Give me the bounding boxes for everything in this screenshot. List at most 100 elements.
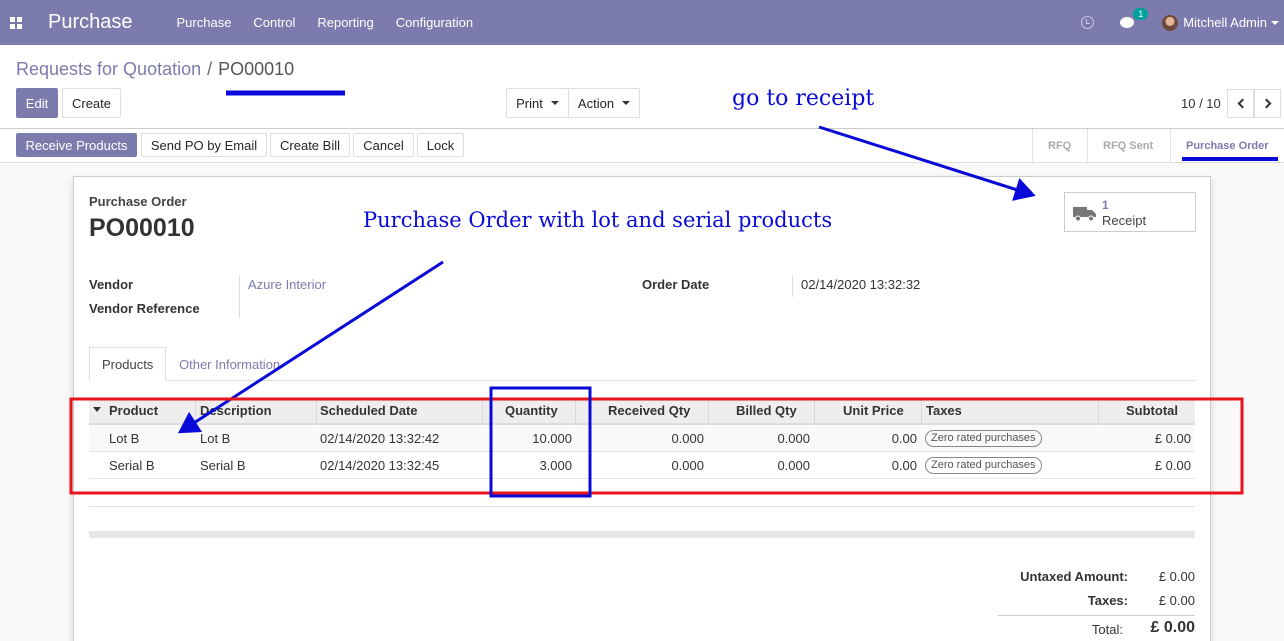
col-quantity[interactable]: Quantity <box>505 403 558 418</box>
cell-product: Lot B <box>109 431 140 446</box>
col-unit-price[interactable]: Unit Price <box>843 403 904 418</box>
cell-quantity: 3.000 <box>539 458 572 473</box>
edit-button[interactable]: Edit <box>16 88 58 118</box>
lock-button[interactable]: Lock <box>417 133 464 157</box>
col-separator <box>708 399 709 425</box>
tab-other-information[interactable]: Other Information <box>167 347 292 381</box>
apps-menu-icon[interactable] <box>10 16 22 29</box>
cell-description: Serial B <box>200 458 246 473</box>
annotation-po-lot-serial: Purchase Order with lot and serial produ… <box>363 208 833 232</box>
menu-configuration[interactable]: Configuration <box>396 15 473 30</box>
field-divider <box>792 275 793 297</box>
col-description[interactable]: Description <box>200 403 272 418</box>
create-button[interactable]: Create <box>62 88 121 118</box>
cell-received-qty: 0.000 <box>671 431 704 446</box>
pager-previous-button[interactable] <box>1227 89 1254 118</box>
chat-icon <box>1120 17 1135 28</box>
stage-divider <box>1032 129 1033 162</box>
untaxed-amount-label: Untaxed Amount: <box>1020 569 1128 584</box>
sort-caret-icon[interactable] <box>93 407 101 412</box>
tab-products[interactable]: Products <box>89 347 167 381</box>
action-caret-icon <box>622 101 631 105</box>
col-separator <box>921 399 922 425</box>
total-value: £ 0.00 <box>1150 619 1195 636</box>
action-label: Action <box>577 95 615 111</box>
col-received-qty[interactable]: Received Qty <box>608 403 690 418</box>
document-name: PO00010 <box>89 214 195 242</box>
print-dropdown[interactable]: Print <box>506 88 569 118</box>
cell-billed-qty: 0.000 <box>777 431 810 446</box>
print-label: Print <box>516 95 543 111</box>
cell-scheduled-date: 02/14/2020 13:32:45 <box>320 458 440 473</box>
top-navbar: Purchase Purchase Control Reporting Conf… <box>0 0 1284 45</box>
avatar[interactable] <box>1162 14 1179 31</box>
menu-control[interactable]: Control <box>253 15 295 30</box>
col-separator <box>1098 399 1099 425</box>
create-bill-button[interactable]: Create Bill <box>270 133 350 157</box>
cell-received-qty: 0.000 <box>671 458 704 473</box>
breadcrumb-parent[interactable]: Requests for Quotation <box>16 59 201 79</box>
receipt-smart-button[interactable]: 1 Receipt <box>1064 192 1196 232</box>
pager-value[interactable]: 10 / 10 <box>1181 96 1221 111</box>
breadcrumb-separator: / <box>207 59 213 79</box>
document-type-label: Purchase Order <box>89 194 187 209</box>
receipt-label: Receipt <box>1102 213 1147 228</box>
cancel-button[interactable]: Cancel <box>353 133 414 157</box>
activity-clock-icon[interactable] <box>1081 16 1095 29</box>
taxes-label: Taxes: <box>1087 593 1128 608</box>
user-menu-caret-icon[interactable] <box>1271 20 1279 25</box>
pager-next-button[interactable] <box>1254 89 1281 118</box>
vendor-link[interactable]: Azure Interior <box>248 277 326 292</box>
menu-reporting[interactable]: Reporting <box>317 15 373 30</box>
stage-rfq-sent[interactable]: RFQ Sent <box>1103 129 1153 162</box>
user-name[interactable]: Mitchell Admin <box>1183 15 1267 30</box>
total-label: Total: <box>1091 622 1123 637</box>
print-caret-icon <box>550 101 559 105</box>
cell-subtotal: £ 0.00 <box>1154 431 1191 446</box>
col-scheduled-date[interactable]: Scheduled Date <box>320 403 418 418</box>
breadcrumb-current: PO00010 <box>218 59 295 79</box>
tax-badge: Zero rated purchases <box>925 457 1042 474</box>
send-po-email-button[interactable]: Send PO by Email <box>141 133 267 157</box>
stage-divider <box>1170 129 1171 162</box>
chat-count-badge: 1 <box>1133 8 1149 20</box>
col-billed-qty[interactable]: Billed Qty <box>736 403 797 418</box>
receipt-count: 1 <box>1102 198 1109 212</box>
truck-icon <box>1073 207 1096 222</box>
col-separator <box>195 399 196 425</box>
chevron-right-icon <box>1261 98 1271 109</box>
stage-rfq[interactable]: RFQ <box>1048 129 1071 162</box>
vendor-reference-label: Vendor Reference <box>89 301 200 316</box>
stage-divider <box>1087 129 1088 162</box>
col-separator <box>814 399 815 425</box>
col-separator <box>316 399 317 425</box>
taxes-value: £ 0.00 <box>1158 593 1195 608</box>
totals-divider <box>998 615 1195 616</box>
vendor-label: Vendor <box>89 277 134 292</box>
order-date-value: 02/14/2020 13:32:32 <box>801 277 921 292</box>
col-taxes[interactable]: Taxes <box>926 403 962 418</box>
messaging-menu[interactable]: 1 <box>1120 8 1149 28</box>
order-date-label: Order Date <box>642 277 710 292</box>
chevron-left-icon <box>1237 98 1247 109</box>
table-footer-bar <box>89 531 1195 538</box>
field-divider <box>239 275 240 318</box>
cell-billed-qty: 0.000 <box>777 458 810 473</box>
col-separator <box>482 399 483 425</box>
menu-purchase[interactable]: Purchase <box>177 15 232 30</box>
action-dropdown[interactable]: Action <box>568 88 640 118</box>
col-subtotal[interactable]: Subtotal <box>1126 403 1178 418</box>
receive-products-button[interactable]: Receive Products <box>16 133 137 157</box>
cell-unit-price: 0.00 <box>891 458 917 473</box>
table-empty-row-divider <box>89 506 1195 507</box>
tax-badge: Zero rated purchases <box>925 430 1042 447</box>
cell-description: Lot B <box>200 431 231 446</box>
app-title[interactable]: Purchase <box>48 11 133 34</box>
cell-quantity: 10.000 <box>532 431 572 446</box>
col-separator <box>575 399 576 425</box>
cell-unit-price: 0.00 <box>891 431 917 446</box>
col-product[interactable]: Product <box>109 403 158 418</box>
stage-purchase-order[interactable]: Purchase Order <box>1186 129 1269 162</box>
cell-scheduled-date: 02/14/2020 13:32:42 <box>320 431 440 446</box>
annotation-go-to-receipt: go to receipt <box>732 86 875 111</box>
